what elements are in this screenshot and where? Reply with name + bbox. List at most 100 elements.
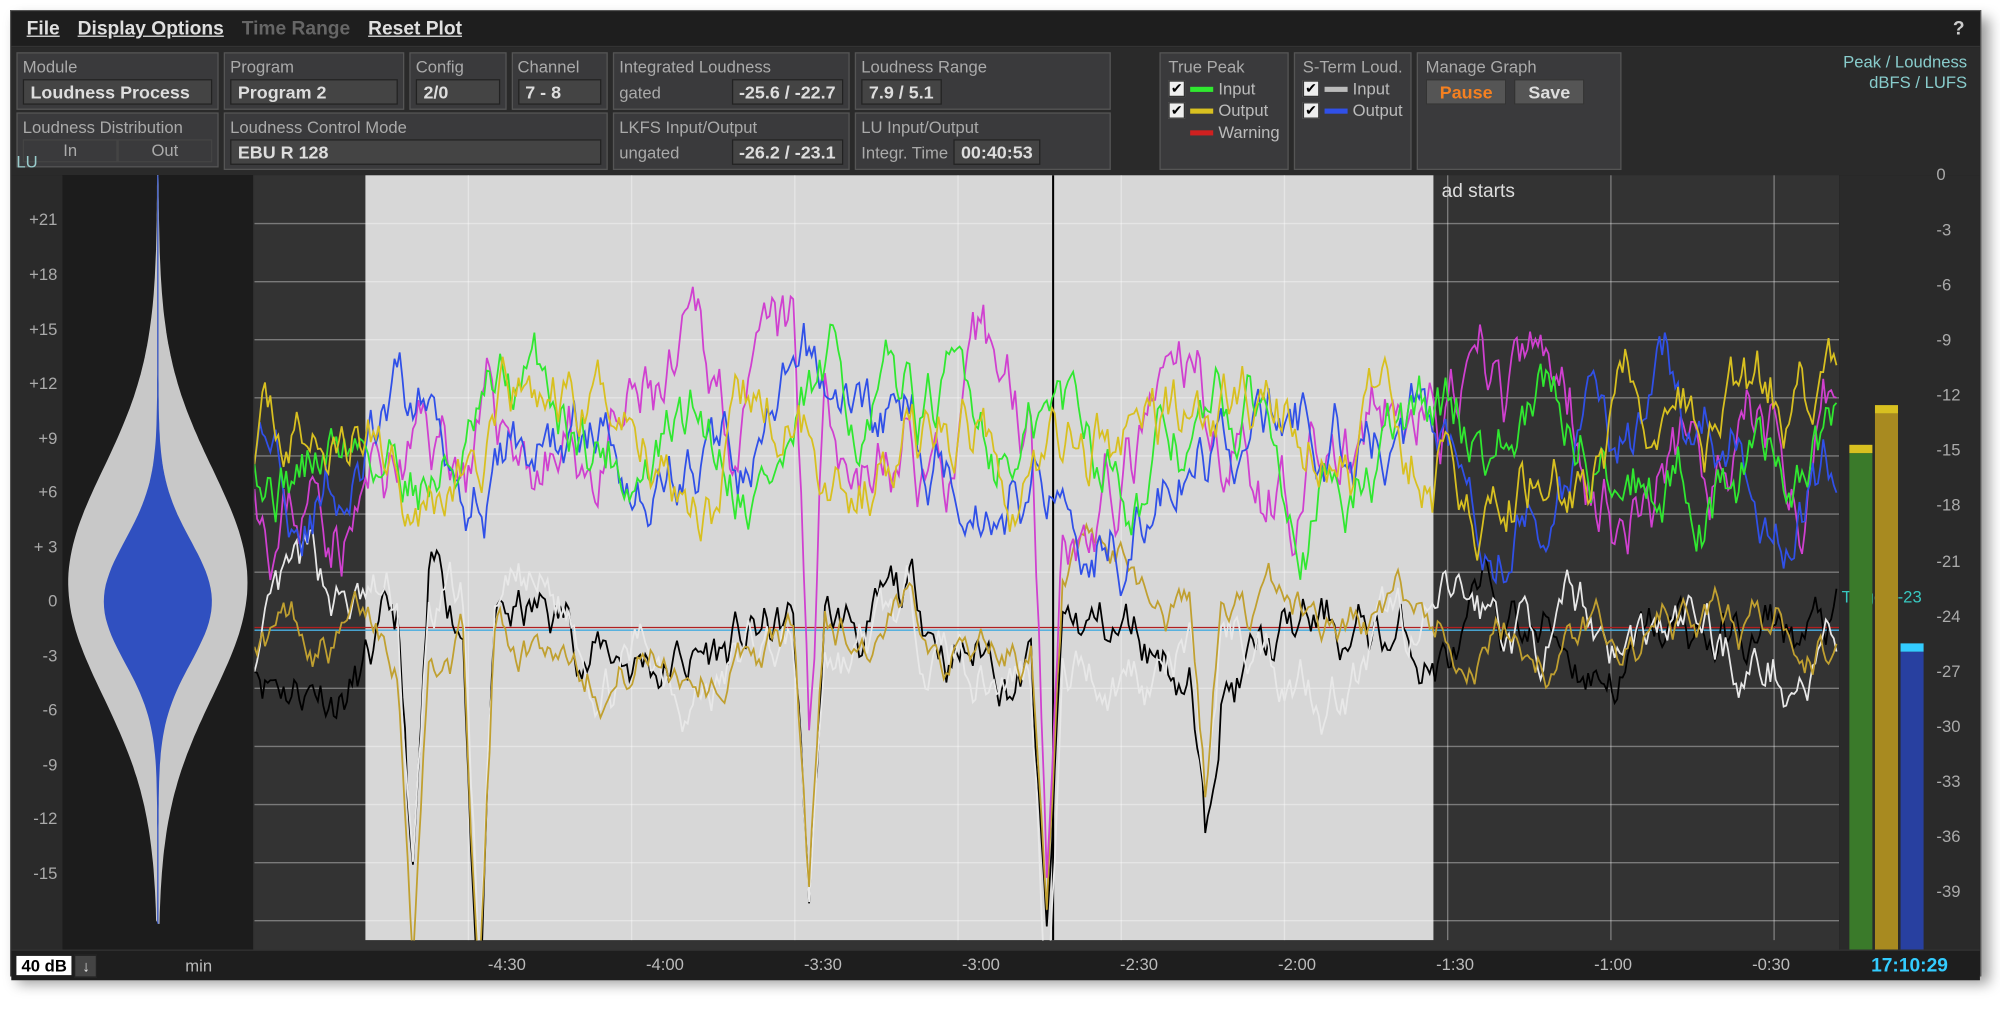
channel-value[interactable]: 7 - 8 [518,79,602,105]
left-tick: -12 [33,809,57,828]
checkbox-st-input[interactable]: ✔ [1303,80,1320,97]
right-tick: -15 [1936,441,1960,460]
distribution-title-panel: Loudness Distribution In Out [16,112,218,167]
timeline-unit: min [103,956,295,975]
integr-time-label: Integr. Time [861,142,948,161]
menu-file[interactable]: File [27,18,60,40]
right-tick: -3 [1936,220,1951,239]
config-panel: Config 2/0 [409,52,506,110]
menu-help[interactable]: ? [1953,18,1965,40]
timeline-tick: -4:30 [488,955,526,974]
left-axis: LU +21+18+15+12+9+6+ 30-3-6-9-12-15 [11,175,62,949]
luio-label: LU Input/Output [861,118,1104,137]
legend-st-output-label: Output [1353,101,1403,120]
timeline-tick: -1:30 [1436,955,1474,974]
info-strip: Module Loudness Process Loudness Distrib… [11,47,1980,175]
loudness-monitor-window: File Display Options Time Range Reset Pl… [10,10,1981,976]
right-tick: -36 [1936,827,1960,846]
swatch-st-output [1324,108,1347,113]
config-label: Config [416,57,500,76]
legend-warning-label: Warning [1218,123,1279,142]
left-tick: -6 [43,700,58,719]
right-tick: -21 [1936,551,1960,570]
legend-sterm: S-Term Loud. ✔ Input ✔ Output [1294,52,1412,170]
timeline-tick: -4:00 [646,955,684,974]
right-tick: -18 [1936,496,1960,515]
legend-st-input-label: Input [1353,79,1390,98]
module-value[interactable]: Loudness Process [23,79,212,105]
annotation-ad-starts: ad starts [1442,181,1515,202]
menu-reset-plot[interactable]: Reset Plot [368,18,462,40]
left-tick: +12 [29,374,57,393]
mode-label: Loudness Control Mode [230,118,601,137]
mode-value[interactable]: EBU R 128 [230,139,601,165]
ungated-label: ungated [619,142,679,161]
legend-truepeak: True Peak ✔ Input ✔ Output Warning [1159,52,1288,170]
timeline-tick: -2:30 [1120,955,1158,974]
legend-tp-input-label: Input [1218,79,1255,98]
left-tick: +15 [29,319,57,338]
timeline-tick: -2:00 [1278,955,1316,974]
legend-tp-output-label: Output [1218,101,1268,120]
manage-graph-title: Manage Graph [1426,57,1613,76]
ungated-value: -26.2 / -23.1 [731,139,843,165]
module-panel: Module Loudness Process [16,52,218,110]
checkbox-tp-output[interactable]: ✔ [1168,102,1185,119]
distribution-column [62,175,254,949]
timeline-bar: 40 dB ↓ min -4:30 -4:00 -3:30 -3:00 -2:30 -2:… [11,950,1980,981]
pause-button[interactable]: Pause [1426,79,1507,105]
left-tick: -9 [43,755,58,774]
timeline-tick: -3:30 [804,955,842,974]
range-value: 7.9 / 5.1 [861,79,941,105]
right-tick: -12 [1936,385,1960,404]
clock: 17:10:29 [1839,955,1980,977]
integrated-label: Integrated Loudness [619,57,843,76]
left-tick: -3 [43,646,58,665]
distribution-title: Loudness Distribution [23,118,212,137]
right-tick: -24 [1936,606,1960,625]
left-tick: -15 [33,864,57,883]
config-value[interactable]: 2/0 [416,79,500,105]
checkbox-tp-input[interactable]: ✔ [1168,80,1185,97]
legend-sterm-title: S-Term Loud. [1303,57,1403,76]
left-tick: + 3 [34,537,58,556]
timeline-tick: -1:00 [1594,955,1632,974]
dist-out-label: Out [118,139,213,162]
gated-value: -25.6 / -22.7 [731,79,843,105]
scale-value[interactable]: 40 dB [16,956,72,975]
left-tick: +18 [29,265,57,284]
module-label: Module [23,57,212,76]
checkbox-st-output[interactable]: ✔ [1303,102,1320,119]
right-tick: -9 [1936,330,1951,349]
swatch-warning [1190,130,1213,135]
integr-time-value: 00:40:53 [953,139,1040,165]
swatch-tp-input [1190,86,1213,91]
distribution-plot [62,175,253,924]
right-axis-title: Peak / Loudness dBFS / LUFS [1843,52,1967,92]
lkfs-label: LKFS Input/Output [619,118,843,137]
scale-down-button[interactable]: ↓ [75,954,98,977]
luio-panel: LU Input/Output Integr. Time 00:40:53 [855,112,1111,170]
timeline-chart[interactable]: ad starts [254,175,1839,949]
menu-display-options[interactable]: Display Options [78,18,224,40]
right-tick: -33 [1936,771,1960,790]
program-value[interactable]: Program 2 [230,79,398,105]
timeline-tick: -0:30 [1752,955,1790,974]
left-tick: 0 [48,591,57,610]
right-tick: 0 [1936,165,1945,184]
channel-panel: Channel 7 - 8 [511,52,608,110]
timeline-ticks: -4:30 -4:00 -3:30 -3:00 -2:30 -2:00 -1:30 -1:00… [300,951,1834,980]
left-axis-label: LU [16,152,37,171]
right-tick: -39 [1936,882,1960,901]
timeline-tick: -3:00 [962,955,1000,974]
menu-bar: File Display Options Time Range Reset Pl… [11,11,1980,47]
right-tick: -6 [1936,275,1951,294]
swatch-tp-output [1190,108,1213,113]
manage-graph-panel: Manage Graph Pause Save [1417,52,1622,170]
legend-truepeak-title: True Peak [1168,57,1279,76]
range-panel: Loudness Range 7.9 / 5.1 [855,52,1111,110]
save-button[interactable]: Save [1514,79,1584,105]
gated-label: gated [619,82,661,101]
main-plot-area: LU +21+18+15+12+9+6+ 30-3-6-9-12-15 ad s… [11,175,1980,949]
lkfs-panel: LKFS Input/Output ungated -26.2 / -23.1 [613,112,850,170]
